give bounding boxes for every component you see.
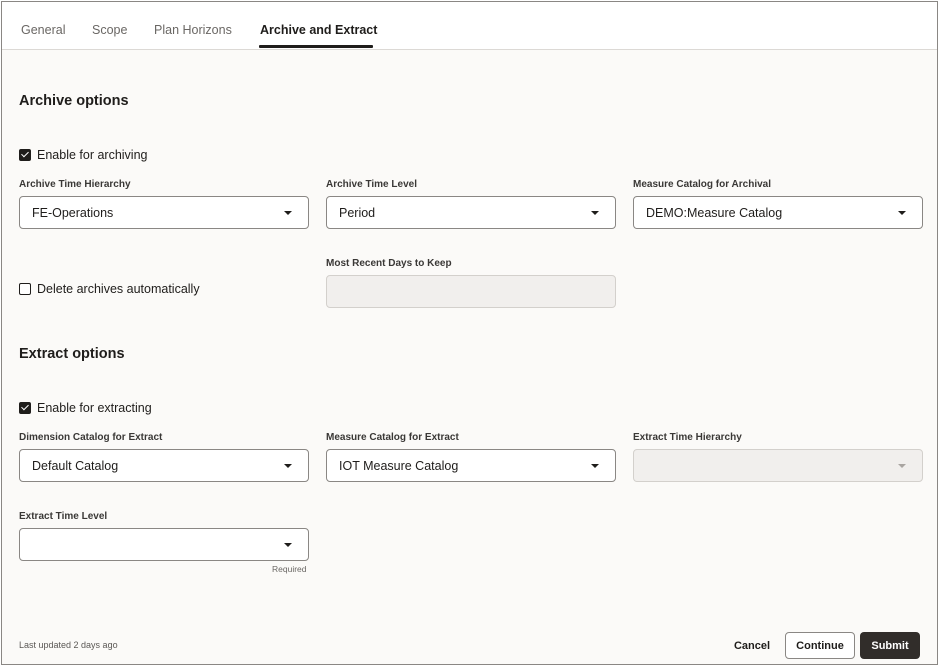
enable-extracting-checkbox[interactable]: Enable for extracting <box>19 401 152 415</box>
tab-plan-horizons[interactable]: Plan Horizons <box>154 23 232 37</box>
extract-time-level-select[interactable] <box>19 528 309 561</box>
caret-down-icon <box>898 211 906 215</box>
caret-down-icon <box>284 464 292 468</box>
archive-options-heading: Archive options <box>19 93 129 109</box>
enable-archiving-label: Enable for archiving <box>37 148 148 162</box>
measure-catalog-extract-value: IOT Measure Catalog <box>339 459 459 473</box>
dimension-catalog-extract-label: Dimension Catalog for Extract <box>19 432 163 443</box>
measure-catalog-extract-label: Measure Catalog for Extract <box>326 432 459 443</box>
caret-down-icon <box>591 464 599 468</box>
enable-extracting-label: Enable for extracting <box>37 401 152 415</box>
checkmark-icon[interactable] <box>19 402 31 414</box>
most-recent-days-input <box>326 275 616 308</box>
enable-archiving-checkbox[interactable]: Enable for archiving <box>19 148 147 162</box>
extract-time-level-label: Extract Time Level <box>19 511 108 522</box>
archive-time-level-value: Period <box>339 206 376 220</box>
last-updated-status: Last updated 2 days ago <box>19 640 118 650</box>
tab-archive-and-extract[interactable]: Archive and Extract <box>260 23 377 37</box>
tab-general[interactable]: General <box>21 23 65 37</box>
dimension-catalog-extract-select[interactable]: Default Catalog <box>19 449 309 482</box>
measure-catalog-archival-select[interactable]: DEMO:Measure Catalog <box>633 196 923 229</box>
most-recent-days-label: Most Recent Days to Keep <box>326 258 452 269</box>
submit-button[interactable]: Submit <box>860 632 920 659</box>
tab-scope[interactable]: Scope <box>92 23 127 37</box>
delete-archives-checkbox[interactable]: Delete archives automatically <box>19 282 200 296</box>
required-helper-text: Required <box>272 564 307 574</box>
caret-down-icon <box>284 543 292 547</box>
archive-time-hierarchy-label: Archive Time Hierarchy <box>19 179 131 190</box>
measure-catalog-archival-value: DEMO:Measure Catalog <box>646 206 783 220</box>
caret-down-icon <box>591 211 599 215</box>
delete-archives-label: Delete archives automatically <box>37 282 200 296</box>
dimension-catalog-extract-value: Default Catalog <box>32 459 119 473</box>
archive-time-hierarchy-value: FE-Operations <box>32 206 114 220</box>
measure-catalog-extract-select[interactable]: IOT Measure Catalog <box>326 449 616 482</box>
app-frame: General Scope Plan Horizons Archive and … <box>1 1 938 665</box>
cancel-button[interactable]: Cancel <box>726 632 778 659</box>
extract-options-heading: Extract options <box>19 346 125 362</box>
active-tab-indicator <box>259 45 373 48</box>
archive-time-hierarchy-select[interactable]: FE-Operations <box>19 196 309 229</box>
archive-time-level-label: Archive Time Level <box>326 179 417 190</box>
archive-time-level-select[interactable]: Period <box>326 196 616 229</box>
extract-time-hierarchy-label: Extract Time Hierarchy <box>633 432 742 443</box>
checkbox-empty-icon[interactable] <box>19 283 31 295</box>
tab-bar: General Scope Plan Horizons Archive and … <box>2 2 937 50</box>
extract-time-hierarchy-select <box>633 449 923 482</box>
caret-down-icon <box>284 211 292 215</box>
caret-down-icon <box>898 464 906 468</box>
measure-catalog-archival-label: Measure Catalog for Archival <box>633 179 772 190</box>
continue-button[interactable]: Continue <box>785 632 855 659</box>
checkmark-icon[interactable] <box>19 149 31 161</box>
